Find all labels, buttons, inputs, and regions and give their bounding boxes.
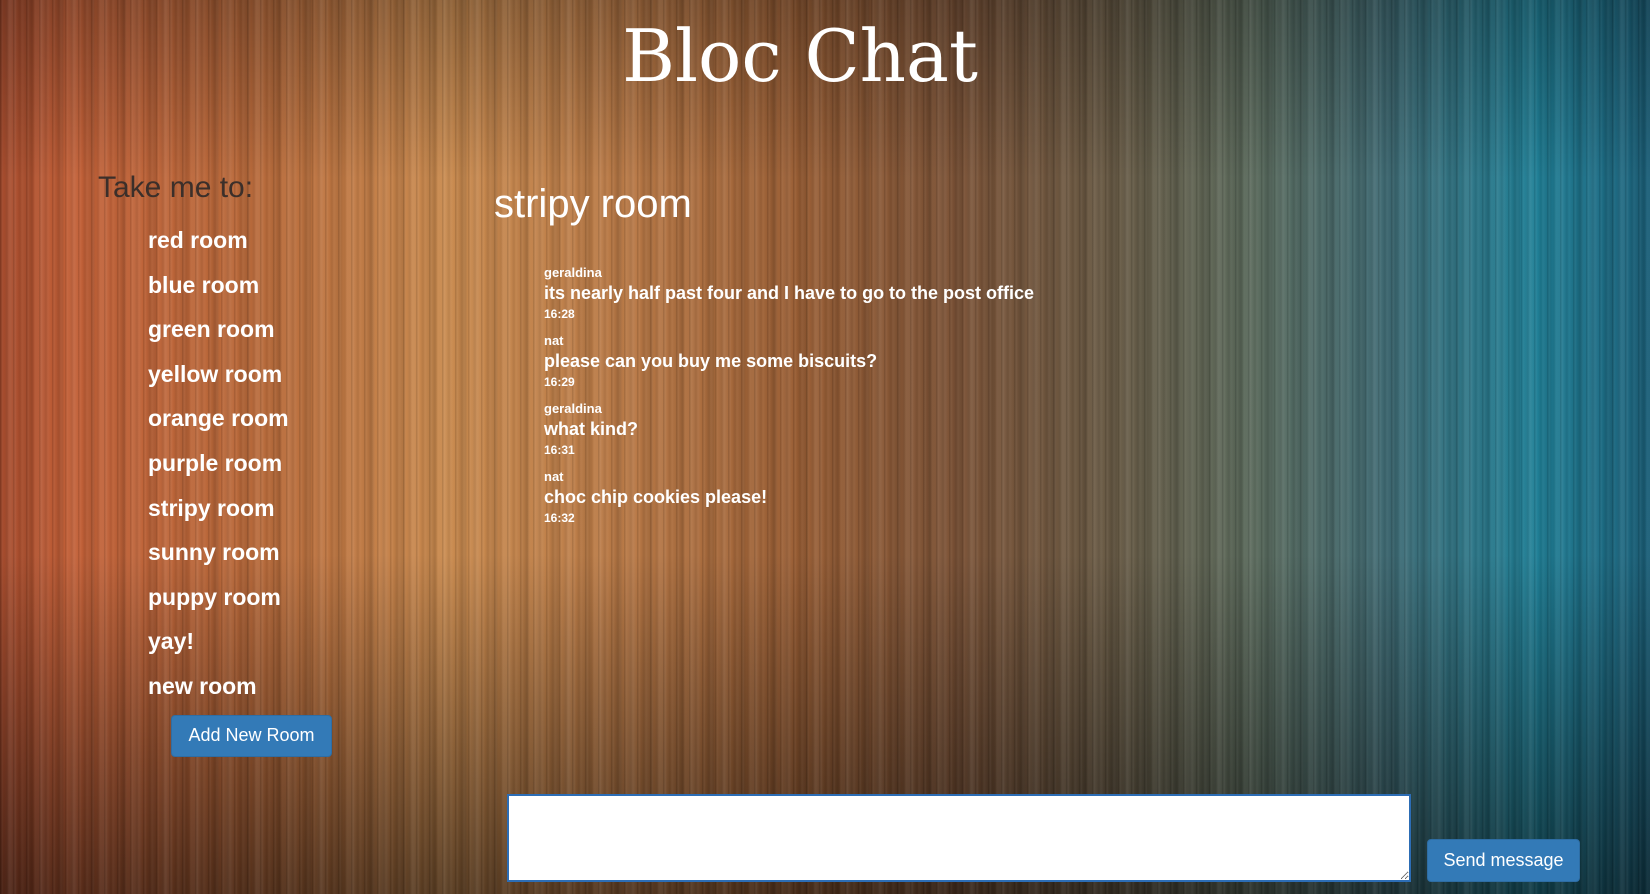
room-link-yellow-room[interactable]: yellow room (148, 352, 428, 397)
room-link-blue-room[interactable]: blue room (148, 263, 428, 308)
add-new-room-button[interactable]: Add New Room (171, 714, 332, 757)
room-link-yay[interactable]: yay! (148, 619, 428, 664)
message-text: its nearly half past four and I have to … (544, 283, 1035, 303)
message-username: nat (544, 333, 564, 348)
room-link-red-room[interactable]: red room (148, 218, 428, 263)
sidebar-heading: Take me to: (98, 171, 254, 204)
room-link-puppy-room[interactable]: puppy room (148, 575, 428, 620)
message-username: geraldina (544, 401, 602, 416)
room-link-stripy-room[interactable]: stripy room (148, 486, 428, 531)
room-link-green-room[interactable]: green room (148, 307, 428, 352)
room-list: red room blue room green room yellow roo… (98, 218, 428, 709)
message-timestamp: 16:32 (544, 511, 575, 525)
message-item: nat please can you buy me some biscuits?… (544, 333, 1344, 391)
message-username: nat (544, 469, 564, 484)
room-link-purple-room[interactable]: purple room (148, 441, 428, 486)
message-input[interactable] (507, 794, 1411, 882)
message-text: choc chip cookies please! (544, 487, 768, 507)
message-text: please can you buy me some biscuits? (544, 351, 878, 371)
message-username: geraldina (544, 265, 602, 280)
message-text: what kind? (544, 419, 638, 439)
message-timestamp: 16:28 (544, 307, 575, 321)
room-link-new-room[interactable]: new room (148, 664, 428, 709)
current-room-title: stripy room (494, 182, 692, 226)
message-item: geraldina what kind? 16:31 (544, 401, 1344, 459)
message-list: geraldina its nearly half past four and … (544, 265, 1344, 537)
room-link-sunny-room[interactable]: sunny room (148, 530, 428, 575)
message-timestamp: 16:31 (544, 443, 575, 457)
send-message-button[interactable]: Send message (1427, 839, 1580, 882)
room-sidebar: Take me to: red room blue room green roo… (98, 168, 428, 757)
message-item: geraldina its nearly half past four and … (544, 265, 1344, 323)
room-link-orange-room[interactable]: orange room (148, 396, 428, 441)
message-item: nat choc chip cookies please! 16:32 (544, 469, 1344, 527)
message-timestamp: 16:29 (544, 375, 575, 389)
app-title: Bloc Chat (622, 14, 978, 98)
